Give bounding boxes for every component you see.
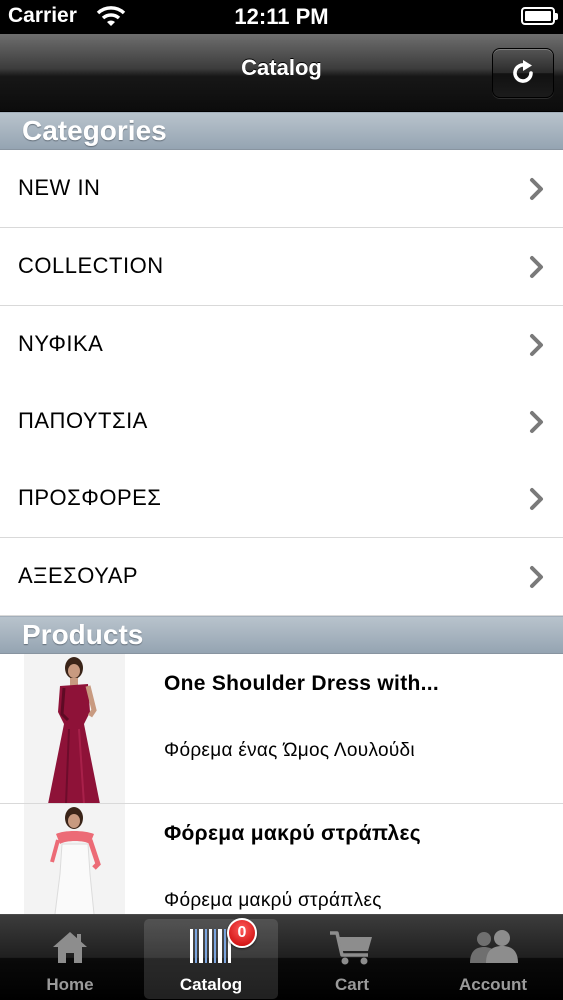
category-label: ΠΑΠΟΥΤΣΙΑ bbox=[18, 408, 148, 433]
tab-bar: Home Catalog Cart 0 Account bbox=[0, 914, 563, 1000]
category-label: ΑΞΕΣΟΥΑΡ bbox=[18, 563, 139, 588]
chevron-right-icon bbox=[530, 411, 543, 433]
tab-label: Cart bbox=[334, 975, 369, 994]
tab-home[interactable]: Home bbox=[3, 919, 137, 999]
chevron-right-icon bbox=[530, 566, 543, 588]
category-label: COLLECTION bbox=[18, 253, 164, 278]
category-row-new-in[interactable]: NEW IN bbox=[0, 150, 563, 228]
product-row[interactable]: One Shoulder Dress with... Φόρεμα ένας Ώ… bbox=[0, 654, 563, 804]
clock: 12:11 PM bbox=[234, 4, 329, 29]
section-title-products: Products bbox=[22, 619, 144, 650]
chevron-right-icon bbox=[530, 488, 543, 510]
product-name: Φόρεμα μακρύ στράπλες bbox=[164, 822, 421, 845]
tab-label: Catalog bbox=[179, 975, 243, 994]
product-thumbnail bbox=[24, 654, 125, 803]
cart-count-badge: 0 bbox=[227, 918, 257, 948]
refresh-icon bbox=[513, 60, 533, 83]
chevron-right-icon bbox=[530, 256, 543, 278]
category-label: ΝΥΦΙΚΑ bbox=[18, 331, 104, 356]
category-row-papoutsia[interactable]: ΠΑΠΟΥΤΣΙΑ bbox=[0, 383, 563, 461]
tab-account[interactable]: Account bbox=[426, 919, 560, 999]
category-row-aksesouar[interactable]: ΑΞΕΣΟΥΑΡ bbox=[0, 538, 563, 616]
tab-catalog[interactable]: Catalog bbox=[144, 919, 278, 999]
cart-icon bbox=[330, 931, 372, 965]
section-header-products: Products bbox=[0, 616, 563, 654]
navigation-bar: Catalog bbox=[0, 34, 563, 112]
tab-cart[interactable]: Cart bbox=[285, 919, 419, 999]
product-description: Φόρεμα ένας Ώμος Λουλούδι bbox=[164, 740, 415, 761]
tab-label: Home bbox=[46, 975, 94, 994]
category-label: NEW IN bbox=[18, 175, 101, 200]
category-row-prosfores[interactable]: ΠΡΟΣΦΟΡΕΣ bbox=[0, 460, 563, 538]
product-name: One Shoulder Dress with... bbox=[164, 672, 440, 695]
status-bar: Carrier 12:11 PM bbox=[0, 0, 563, 34]
page-title: Catalog bbox=[241, 55, 322, 80]
home-icon bbox=[53, 932, 87, 963]
users-icon bbox=[470, 930, 518, 963]
category-row-nyfika[interactable]: ΝΥΦΙΚΑ bbox=[0, 306, 563, 384]
category-row-collection[interactable]: COLLECTION bbox=[0, 228, 563, 306]
tab-label: Account bbox=[459, 975, 527, 994]
category-label: ΠΡΟΣΦΟΡΕΣ bbox=[18, 485, 162, 510]
section-header-categories: Categories bbox=[0, 112, 563, 150]
product-description: Φόρεμα μακρύ στράπλες bbox=[164, 890, 382, 911]
refresh-button[interactable] bbox=[492, 48, 554, 98]
chevron-right-icon bbox=[530, 178, 543, 200]
battery-icon bbox=[521, 7, 558, 25]
chevron-right-icon bbox=[530, 334, 543, 356]
section-title-categories: Categories bbox=[22, 115, 167, 146]
